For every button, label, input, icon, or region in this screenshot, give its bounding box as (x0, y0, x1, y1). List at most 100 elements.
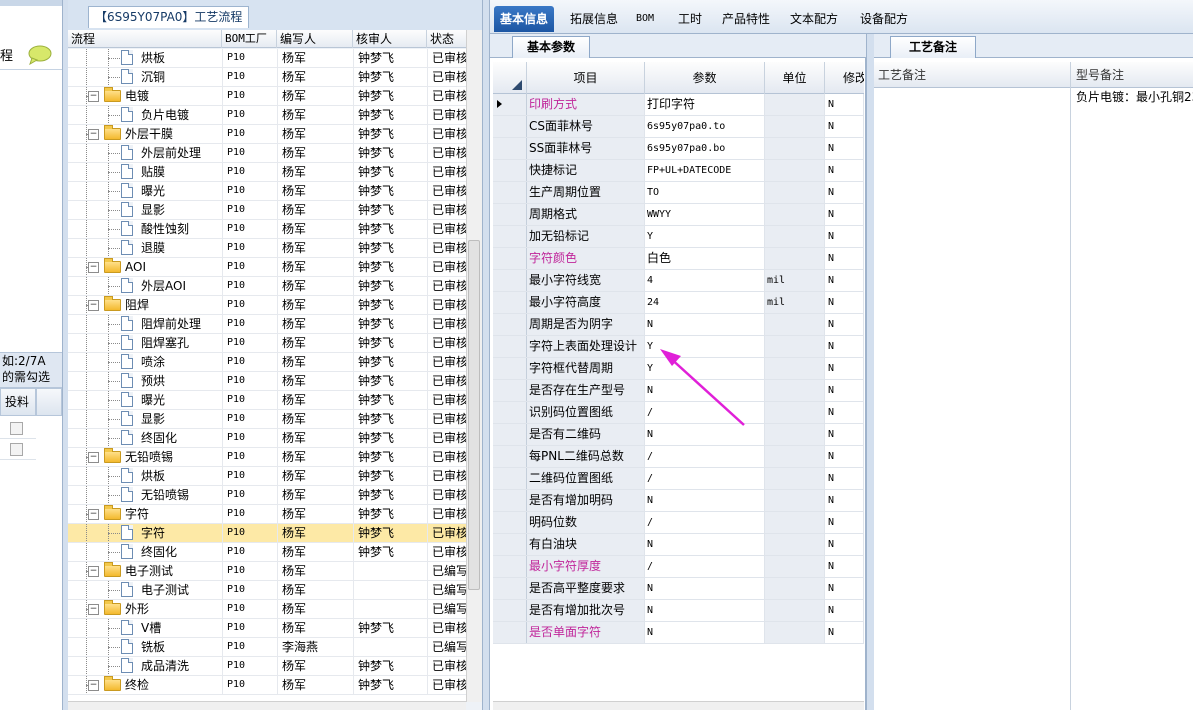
param-row[interactable]: 每PNL二维码总数 / N (493, 446, 864, 468)
tree-row[interactable]: 曝光 P10 杨军 钟梦飞 已审核 (68, 182, 466, 201)
col-header-bom[interactable]: BOM工厂 (222, 30, 277, 48)
tree-row[interactable]: − AOI P10 杨军 钟梦飞 已审核 (68, 258, 466, 277)
param-unit-field[interactable] (765, 512, 825, 533)
tab-extended-info[interactable]: 拓展信息 (564, 6, 624, 32)
param-modified-flag[interactable]: N (825, 138, 864, 159)
tree-row[interactable]: 终固化 P10 杨军 钟梦飞 已审核 (68, 429, 466, 448)
column-header-blank[interactable] (36, 388, 62, 416)
param-value-field[interactable]: FP+UL+DATECODE (645, 160, 765, 181)
tab-text-recipe[interactable]: 文本配方 (784, 6, 844, 32)
tree-row[interactable]: 电子测试 P10 杨军 已编写 (68, 581, 466, 600)
tab-labor-hours[interactable]: 工时 (672, 6, 708, 32)
param-row[interactable]: 是否有增加明码 N N (493, 490, 864, 512)
row-indicator[interactable] (493, 248, 527, 269)
param-row[interactable]: 有白油块 N N (493, 534, 864, 556)
row-indicator[interactable] (493, 182, 527, 203)
tab-process-remarks[interactable]: 工艺备注 (890, 36, 977, 58)
param-modified-flag[interactable]: N (825, 358, 864, 379)
param-modified-flag[interactable]: N (825, 512, 864, 533)
tree-row[interactable]: − 外层干膜 P10 杨军 钟梦飞 已审核 (68, 125, 466, 144)
param-modified-flag[interactable]: N (825, 160, 864, 181)
row-indicator[interactable] (493, 270, 527, 291)
row-indicator[interactable] (493, 138, 527, 159)
param-value-field[interactable]: N (645, 380, 765, 401)
tab-basic-params[interactable]: 基本参数 (512, 36, 591, 58)
tree-row[interactable]: − 无铅喷锡 P10 杨军 钟梦飞 已审核 (68, 448, 466, 467)
row-indicator[interactable] (493, 402, 527, 423)
col-header-unit[interactable]: 单位 (765, 62, 825, 94)
tree-row[interactable]: − 阻焊 P10 杨军 钟梦飞 已审核 (68, 296, 466, 315)
param-row[interactable]: 是否有二维码 N N (493, 424, 864, 446)
row-indicator[interactable] (493, 468, 527, 489)
tree-row[interactable]: 曝光 P10 杨军 钟梦飞 已审核 (68, 391, 466, 410)
collapse-icon[interactable]: − (88, 452, 99, 463)
tab-basic-info[interactable]: 基本信息 (494, 6, 555, 32)
param-horizontal-scrollbar[interactable] (493, 701, 864, 710)
param-modified-flag[interactable]: N (825, 468, 864, 489)
tree-row[interactable]: 阻焊前处理 P10 杨军 钟梦飞 已审核 (68, 315, 466, 334)
param-row[interactable]: 是否高平整度要求 N N (493, 578, 864, 600)
col-header-flow[interactable]: 流程 (68, 30, 222, 48)
tree-horizontal-scrollbar[interactable] (68, 701, 466, 710)
tree-row[interactable]: 酸性蚀刻 P10 杨军 钟梦飞 已审核 (68, 220, 466, 239)
row-indicator[interactable] (493, 622, 527, 643)
column-header-feed[interactable]: 投料 (0, 388, 36, 416)
param-value-field[interactable]: / (645, 468, 765, 489)
col-header-reviewer[interactable]: 核审人 (353, 30, 427, 48)
tree-row[interactable]: 烘板 P10 杨军 钟梦飞 已审核 (68, 467, 466, 486)
param-value-field[interactable]: Y (645, 336, 765, 357)
tree-row[interactable]: 贴膜 P10 杨军 钟梦飞 已审核 (68, 163, 466, 182)
row-indicator[interactable] (493, 116, 527, 137)
param-modified-flag[interactable]: N (825, 270, 864, 291)
param-value-field[interactable]: / (645, 512, 765, 533)
tree-row[interactable]: 烘板 P10 杨军 钟梦飞 已审核 (68, 49, 466, 68)
param-unit-field[interactable] (765, 600, 825, 621)
param-modified-flag[interactable]: N (825, 534, 864, 555)
col-header-model-remark[interactable]: 型号备注 (1076, 66, 1124, 83)
tab-product-features[interactable]: 产品特性 (716, 6, 776, 32)
col-header-modify[interactable]: 修改 (825, 62, 864, 94)
tab-equipment-recipe[interactable]: 设备配方 (854, 6, 914, 32)
param-modified-flag[interactable]: N (825, 314, 864, 335)
param-value-field[interactable]: TO (645, 182, 765, 203)
row-indicator[interactable] (493, 314, 527, 335)
param-row[interactable]: 字符框代替周期 Y N (493, 358, 864, 380)
tree-row[interactable]: 退膜 P10 杨军 钟梦飞 已审核 (68, 239, 466, 258)
param-row[interactable]: 快捷标记 FP+UL+DATECODE N (493, 160, 864, 182)
collapse-icon[interactable]: − (88, 604, 99, 615)
param-unit-field[interactable] (765, 314, 825, 335)
tree-row[interactable]: 预烘 P10 杨军 钟梦飞 已审核 (68, 372, 466, 391)
param-row[interactable]: 二维码位置图纸 / N (493, 468, 864, 490)
param-modified-flag[interactable]: N (825, 204, 864, 225)
row-indicator[interactable] (493, 578, 527, 599)
param-unit-field[interactable] (765, 424, 825, 445)
row-indicator[interactable] (493, 204, 527, 225)
row-indicator[interactable] (493, 160, 527, 181)
tree-row[interactable]: − 电镀 P10 杨军 钟梦飞 已审核 (68, 87, 466, 106)
param-unit-field[interactable] (765, 116, 825, 137)
tree-row[interactable]: 外层前处理 P10 杨军 钟梦飞 已审核 (68, 144, 466, 163)
param-modified-flag[interactable]: N (825, 556, 864, 577)
param-row[interactable]: CS面菲林号 6s95y07pa0.to N (493, 116, 864, 138)
param-modified-flag[interactable]: N (825, 182, 864, 203)
tree-row[interactable]: − 外形 P10 杨军 已编写 (68, 600, 466, 619)
param-modified-flag[interactable]: N (825, 94, 864, 115)
param-row[interactable]: SS面菲林号 6s95y07pa0.bo N (493, 138, 864, 160)
param-value-field[interactable]: 6s95y07pa0.to (645, 116, 765, 137)
row-indicator[interactable] (493, 512, 527, 533)
collapse-icon[interactable]: − (88, 262, 99, 273)
param-unit-field[interactable] (765, 402, 825, 423)
param-row[interactable]: 最小字符高度 24 mil N (493, 292, 864, 314)
param-unit-field[interactable] (765, 380, 825, 401)
tree-row[interactable]: 负片电镀 P10 杨军 钟梦飞 已审核 (68, 106, 466, 125)
param-modified-flag[interactable]: N (825, 424, 864, 445)
param-row[interactable]: 识别码位置图纸 / N (493, 402, 864, 424)
param-unit-field[interactable] (765, 94, 825, 115)
tree-row[interactable]: 阻焊塞孔 P10 杨军 钟梦飞 已审核 (68, 334, 466, 353)
param-unit-field[interactable] (765, 556, 825, 577)
param-value-field[interactable]: / (645, 402, 765, 423)
param-unit-field[interactable]: mil (765, 270, 825, 291)
row-indicator[interactable] (493, 534, 527, 555)
param-row[interactable]: 明码位数 / N (493, 512, 864, 534)
param-row[interactable]: 是否有增加批次号 N N (493, 600, 864, 622)
